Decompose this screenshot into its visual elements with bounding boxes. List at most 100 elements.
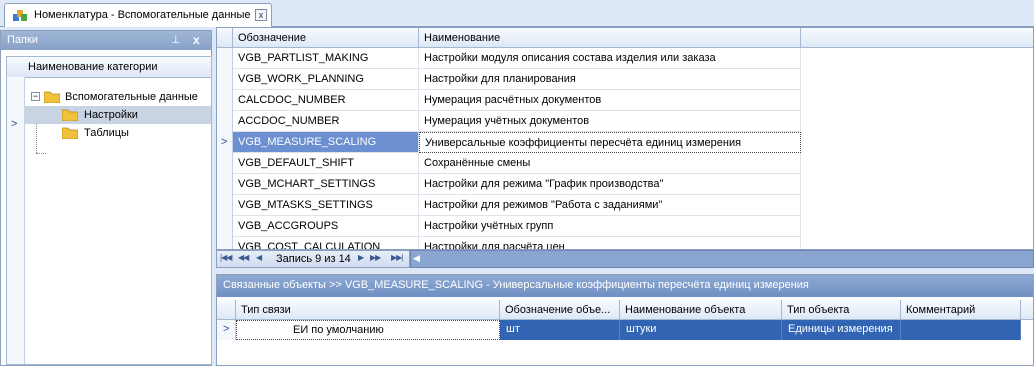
horizontal-scrollbar[interactable]: ◀ (410, 250, 1034, 268)
cell-code[interactable]: VGB_WORK_PLANNING (233, 69, 419, 90)
cell-name[interactable]: Настройки для режима "График производств… (419, 174, 801, 195)
prev-page-icon[interactable]: ◀◀ (238, 253, 249, 262)
column-header-comment[interactable]: Комментарий (901, 300, 1021, 320)
column-header-designation[interactable]: Обозначение объе... (500, 300, 620, 320)
tree-node-settings[interactable]: Настройки (24, 106, 211, 124)
row-indicator (217, 195, 233, 216)
cell-text: Настройки для планирования (424, 73, 576, 85)
cell-code[interactable]: VGB_MCHART_SETTINGS (233, 174, 419, 195)
cell-text: VGB_COST_CALCULATION (238, 241, 381, 250)
last-record-icon[interactable]: ▶▶| (391, 253, 403, 262)
folders-panel-header: Папки ⊥ x (1, 31, 211, 50)
cell-name[interactable]: Настройки для расчёта цен (419, 237, 801, 250)
cell-name[interactable]: Настройки для режимов "Работа с заданиям… (419, 195, 801, 216)
prev-record-icon[interactable]: ◀ (256, 253, 262, 262)
folder-icon (62, 109, 78, 121)
related-grid-corner (217, 300, 236, 320)
cell-name[interactable]: Настройки модуля описания состава издели… (419, 48, 801, 69)
row-indicator: > (217, 132, 233, 153)
cell-text: Настройки для расчёта цен (424, 241, 565, 250)
related-objects-caption-bar: Связанные объекты >> VGB_MEASURE_SCALING… (217, 275, 1033, 297)
row-indicator (217, 111, 233, 132)
tree-node-tables[interactable]: Таблицы (24, 124, 211, 142)
column-header-object-type[interactable]: Тип объекта (782, 300, 901, 320)
folder-icon (62, 127, 78, 139)
column-header-filler (801, 28, 1033, 48)
cell-designation[interactable]: шт (500, 320, 620, 340)
tab-title: Номенклатура - Вспомогательные данные (34, 9, 251, 21)
cell-text: Универсальные коэффициенты пересчёта еди… (425, 137, 742, 149)
tree-column-header[interactable]: Наименование категории (7, 57, 211, 78)
column-header-label: Тип объекта (787, 304, 850, 316)
cell-text: VGB_MTASKS_SETTINGS (238, 199, 373, 211)
row-indicator (217, 174, 233, 195)
cell-text: Настройки модуля описания состава издели… (424, 52, 716, 64)
cell-text: Нумерация учётных документов (424, 115, 590, 127)
grid-corner (217, 28, 233, 48)
cell-name[interactable]: Универсальные коэффициенты пересчёта еди… (419, 132, 801, 153)
row-indicator (217, 90, 233, 111)
first-record-icon[interactable]: |◀◀ (220, 253, 232, 262)
cell-text: Нумерация расчётных документов (424, 94, 602, 106)
tree-connector (36, 153, 46, 154)
cell-code[interactable]: ACCDOC_NUMBER (233, 111, 419, 132)
row-indicator (217, 48, 233, 69)
tree-node-label: Таблицы (84, 127, 129, 139)
cell-name[interactable]: Нумерация учётных документов (419, 111, 801, 132)
cell-object-name[interactable]: штуки (620, 320, 782, 340)
current-row-arrow-icon: > (11, 118, 18, 130)
collapse-icon[interactable]: − (31, 92, 40, 101)
scroll-left-icon[interactable]: ◀ (413, 253, 420, 264)
next-page-icon[interactable]: ▶▶ (370, 253, 381, 262)
tab-close-button[interactable]: x (255, 9, 267, 21)
tree-node-auxiliary[interactable]: − Вспомогательные данные (24, 88, 211, 106)
cell-code[interactable]: VGB_ACCGROUPS (233, 216, 419, 237)
cell-text: Единицы измерения (788, 323, 893, 335)
cell-code[interactable]: VGB_MEASURE_SCALING (233, 132, 419, 153)
cell-name[interactable]: Сохранённые смены (419, 153, 801, 174)
column-header-link-type[interactable]: Тип связи (236, 300, 500, 320)
cell-code[interactable]: CALCDOC_NUMBER (233, 90, 419, 111)
panel-close-button[interactable]: x (193, 33, 200, 47)
tree-node-label: Вспомогательные данные (65, 91, 198, 103)
settings-grid: Обозначение Наименование VGB_PARTLIST_MA… (216, 27, 1034, 250)
tab-nomenclature[interactable]: Номенклатура - Вспомогательные данные x (4, 3, 272, 27)
cell-text: Настройки для режимов "Работа с заданиям… (424, 199, 663, 211)
tree-node-label: Настройки (84, 109, 138, 121)
record-counter: Запись 9 из 14 (276, 253, 351, 265)
record-navigator: |◀◀ ◀◀ ◀ Запись 9 из 14 ▶ ▶▶ ▶▶| (216, 250, 410, 268)
current-row-arrow-icon: > (223, 323, 230, 335)
cell-name[interactable]: Настройки для планирования (419, 69, 801, 90)
column-header-object-name[interactable]: Наименование объекта (620, 300, 782, 320)
column-header-code[interactable]: Обозначение (233, 28, 419, 48)
next-record-icon[interactable]: ▶ (358, 253, 364, 262)
pin-icon[interactable]: ⊥ (171, 33, 181, 46)
cell-text: VGB_WORK_PLANNING (238, 73, 364, 85)
cell-text: Сохранённые смены (424, 157, 531, 169)
cell-object-type[interactable]: Единицы измерения (782, 320, 901, 340)
cell-text: VGB_MEASURE_SCALING (238, 136, 377, 148)
cell-link-type[interactable]: ЕИ по умолчанию (236, 320, 500, 340)
column-header-name[interactable]: Наименование (419, 28, 801, 48)
column-header-label: Обозначение объе... (505, 304, 611, 316)
cell-text: CALCDOC_NUMBER (238, 94, 346, 106)
row-indicator (217, 69, 233, 90)
cell-text: VGB_ACCGROUPS (238, 220, 339, 232)
related-objects-caption: Связанные объекты >> VGB_MEASURE_SCALING… (223, 279, 809, 291)
column-header-label: Тип связи (241, 304, 291, 316)
cell-code[interactable]: VGB_MTASKS_SETTINGS (233, 195, 419, 216)
cell-name[interactable]: Нумерация расчётных документов (419, 90, 801, 111)
cell-text: VGB_PARTLIST_MAKING (238, 52, 369, 64)
cell-code[interactable]: VGB_DEFAULT_SHIFT (233, 153, 419, 174)
cell-code[interactable]: VGB_PARTLIST_MAKING (233, 48, 419, 69)
cell-text: VGB_MCHART_SETTINGS (238, 178, 376, 190)
cell-comment[interactable] (901, 320, 1021, 340)
current-row-arrow-icon: > (221, 136, 228, 148)
column-header-filler (1021, 300, 1033, 320)
cell-text: Настройки для режима "График производств… (424, 178, 664, 190)
tree-column-label: Наименование категории (28, 61, 158, 73)
row-indicator (217, 237, 233, 249)
cell-code[interactable]: VGB_COST_CALCULATION (233, 237, 419, 250)
category-tree: Наименование категории > − Вспомогательн… (6, 56, 212, 365)
cell-name[interactable]: Настройки учётных групп (419, 216, 801, 237)
